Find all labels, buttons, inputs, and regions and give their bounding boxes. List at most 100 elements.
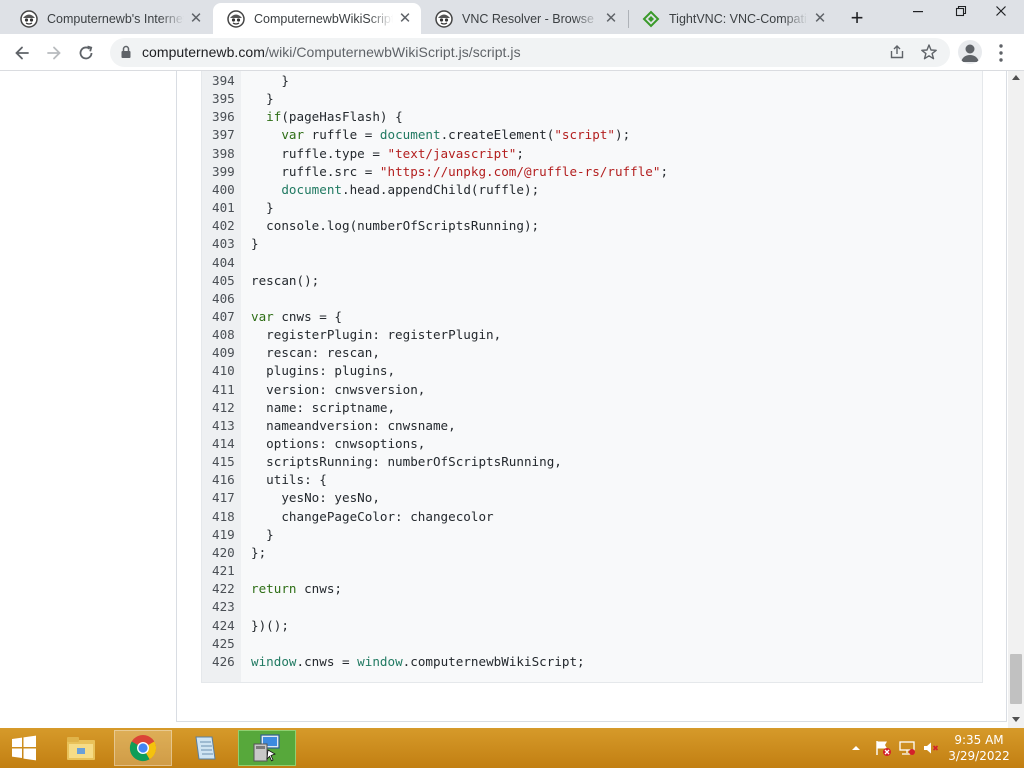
browser-toolbar: computernewb.com/wiki/ComputernewbWikiSc… [0, 34, 1024, 71]
line-number: 409 [212, 345, 235, 361]
close-icon [996, 6, 1006, 16]
line-number: 424 [212, 617, 235, 633]
code-line: 396 if(pageHasFlash) { [202, 108, 982, 126]
tab-computernewb-internet[interactable]: Computernewb's Internet Pi ✕ [6, 3, 212, 34]
code-line: 407 var cnws = { [202, 308, 982, 326]
code-text: scriptsRunning: numberOfScriptsRunning, [251, 454, 562, 470]
new-tab-button[interactable]: + [844, 6, 870, 32]
line-number: 422 [212, 581, 235, 597]
tab-strip: Computernewb's Internet Pi ✕ Computernew… [0, 0, 1024, 34]
tab-computernewb-wikiscript[interactable]: ComputernewbWikiScript.js ✕ [213, 3, 421, 34]
taskbar-chrome[interactable] [114, 730, 172, 766]
back-button[interactable] [8, 39, 36, 67]
code-text: version: cnwsversion, [251, 381, 426, 397]
url-text[interactable]: computernewb.com/wiki/ComputernewbWikiSc… [142, 44, 521, 60]
close-icon[interactable]: ✕ [603, 10, 619, 27]
code-line: 422 return cnws; [202, 580, 982, 598]
line-number: 417 [212, 490, 235, 506]
share-icon[interactable] [889, 44, 905, 65]
line-number: 398 [212, 145, 235, 161]
code-text: document.head.appendChild(ruffle); [281, 181, 540, 197]
line-number: 396 [212, 109, 235, 125]
taskbar-notepad[interactable] [176, 730, 234, 766]
line-number: 421 [212, 563, 235, 579]
code-line: 426 window.cnws = window.computernewbWiki… [202, 653, 982, 671]
code-text: window.cnws = window.computernewbWikiScr… [251, 653, 585, 669]
line-number: 414 [212, 436, 235, 451]
line-number: 402 [212, 218, 235, 234]
profile-avatar-icon[interactable] [958, 40, 982, 64]
clock-time: 9:35 AM [954, 733, 1004, 747]
scroll-up-icon[interactable] [1012, 75, 1020, 80]
code-line: 421 [202, 562, 982, 580]
code-text: console.log(numberOfScriptsRunning); [251, 218, 540, 234]
code-line: 415 scriptsRunning: numberOfScriptsRunni… [202, 453, 982, 471]
code-line: 413 nameandversion: cnwsname, [202, 417, 982, 435]
tab-title: TightVNC: VNC-Compatible [669, 11, 808, 26]
code-line: 410 plugins: plugins, [202, 362, 982, 380]
tab-tightvnc[interactable]: TightVNC: VNC-Compatible ✕ [628, 3, 836, 34]
code-text: name: scriptname, [251, 399, 396, 415]
close-icon[interactable]: ✕ [397, 10, 413, 27]
vnc-viewer-icon [253, 734, 280, 762]
arrow-right-icon [47, 46, 61, 60]
code-line: 397 var ruffle = document.createElement(… [202, 126, 982, 144]
chevron-up-icon [852, 746, 860, 750]
tray-action-center[interactable] [874, 728, 892, 768]
tray-show-hidden[interactable] [850, 728, 862, 768]
line-number: 399 [212, 163, 235, 179]
code-text: rescan: rescan, [251, 345, 380, 361]
code-text: var ruffle = document.createElement("scr… [281, 127, 631, 143]
code-text: return cnws; [251, 581, 342, 597]
tray-network[interactable] [898, 728, 916, 768]
code-line: 401 } [202, 199, 982, 217]
code-line: 408 registerPlugin: registerPlugin, [202, 326, 982, 344]
code-text: } [251, 236, 259, 252]
line-number: 410 [212, 363, 235, 379]
line-number: 418 [212, 508, 235, 524]
line-number: 405 [212, 272, 235, 288]
line-number: 400 [212, 181, 235, 197]
code-line: 400 document.head.appendChild(ruffle); [202, 181, 982, 199]
tray-volume[interactable] [922, 728, 940, 768]
code-text: plugins: plugins, [251, 363, 396, 379]
arrow-left-icon [15, 46, 29, 60]
taskbar-vnc-viewer[interactable] [238, 730, 296, 766]
code-line: 411 version: cnwsversion, [202, 381, 982, 399]
code-line: 409 rescan: rescan, [202, 344, 982, 362]
close-icon[interactable]: ✕ [812, 10, 828, 27]
vertical-scrollbar[interactable] [1008, 71, 1024, 728]
line-number: 407 [212, 308, 235, 324]
line-number: 395 [212, 91, 235, 107]
window-close-button[interactable] [978, 0, 1024, 22]
minimize-button[interactable] [898, 0, 938, 22]
scroll-down-icon[interactable] [1012, 717, 1020, 722]
menu-kebab-icon[interactable] [993, 42, 1009, 64]
code-line: 419 } [202, 526, 982, 544]
code-line: 403} [202, 235, 982, 253]
bookmark-star-icon[interactable] [920, 43, 938, 66]
line-number: 426 [212, 653, 235, 669]
scrollbar-thumb[interactable] [1010, 654, 1022, 704]
taskbar-clock[interactable]: 9:35 AM 3/29/2022 [940, 732, 1018, 764]
windows-logo-icon [12, 735, 36, 761]
notepad-icon [195, 736, 216, 760]
close-icon[interactable]: ✕ [188, 10, 204, 27]
start-button[interactable] [0, 728, 48, 768]
code-text: if(pageHasFlash) { [266, 109, 403, 125]
taskbar-file-explorer[interactable] [52, 730, 110, 766]
restore-button[interactable] [941, 0, 981, 22]
reload-button[interactable] [72, 39, 100, 67]
computernewb-favicon-icon [227, 9, 245, 28]
lock-icon[interactable] [120, 45, 132, 64]
minimize-icon [913, 11, 923, 13]
page-viewport: 394 } 395 } 396 if(pageHasFlash) {397 var … [0, 71, 1008, 728]
address-bar[interactable]: computernewb.com/wiki/ComputernewbWikiSc… [110, 38, 950, 67]
forward-button[interactable] [40, 39, 68, 67]
code-line: 412 name: scriptname, [202, 399, 982, 417]
tab-vnc-resolver[interactable]: VNC Resolver - Browse ✕ [421, 3, 627, 34]
code-text: } [251, 91, 274, 107]
line-number: 423 [212, 599, 235, 615]
tab-title: ComputernewbWikiScript.js [254, 11, 393, 26]
line-number: 394 [212, 73, 235, 88]
